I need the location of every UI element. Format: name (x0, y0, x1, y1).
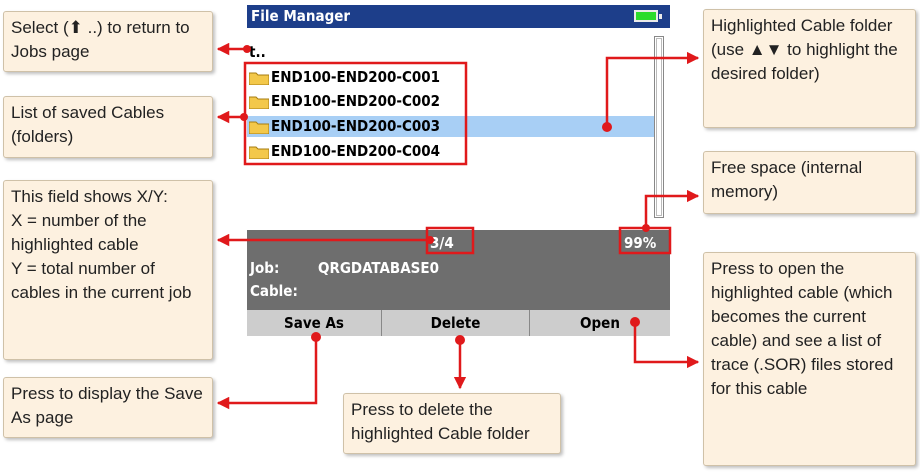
dot-counter (426, 236, 434, 244)
dot-highlighted (602, 122, 612, 132)
dot-free-space (642, 224, 650, 232)
arrow-highlighted (605, 51, 700, 127)
arrow-open (633, 322, 700, 369)
dot-list (240, 113, 248, 121)
dot-up (243, 45, 251, 53)
dot-delete (455, 335, 465, 345)
cable-list-highlight-box (243, 61, 468, 166)
dot-save-as (311, 332, 321, 342)
arrow-save-as (216, 337, 318, 410)
arrow-free-space (644, 189, 700, 228)
annotation-overlay (216, 42, 700, 410)
dot-open (630, 317, 640, 327)
